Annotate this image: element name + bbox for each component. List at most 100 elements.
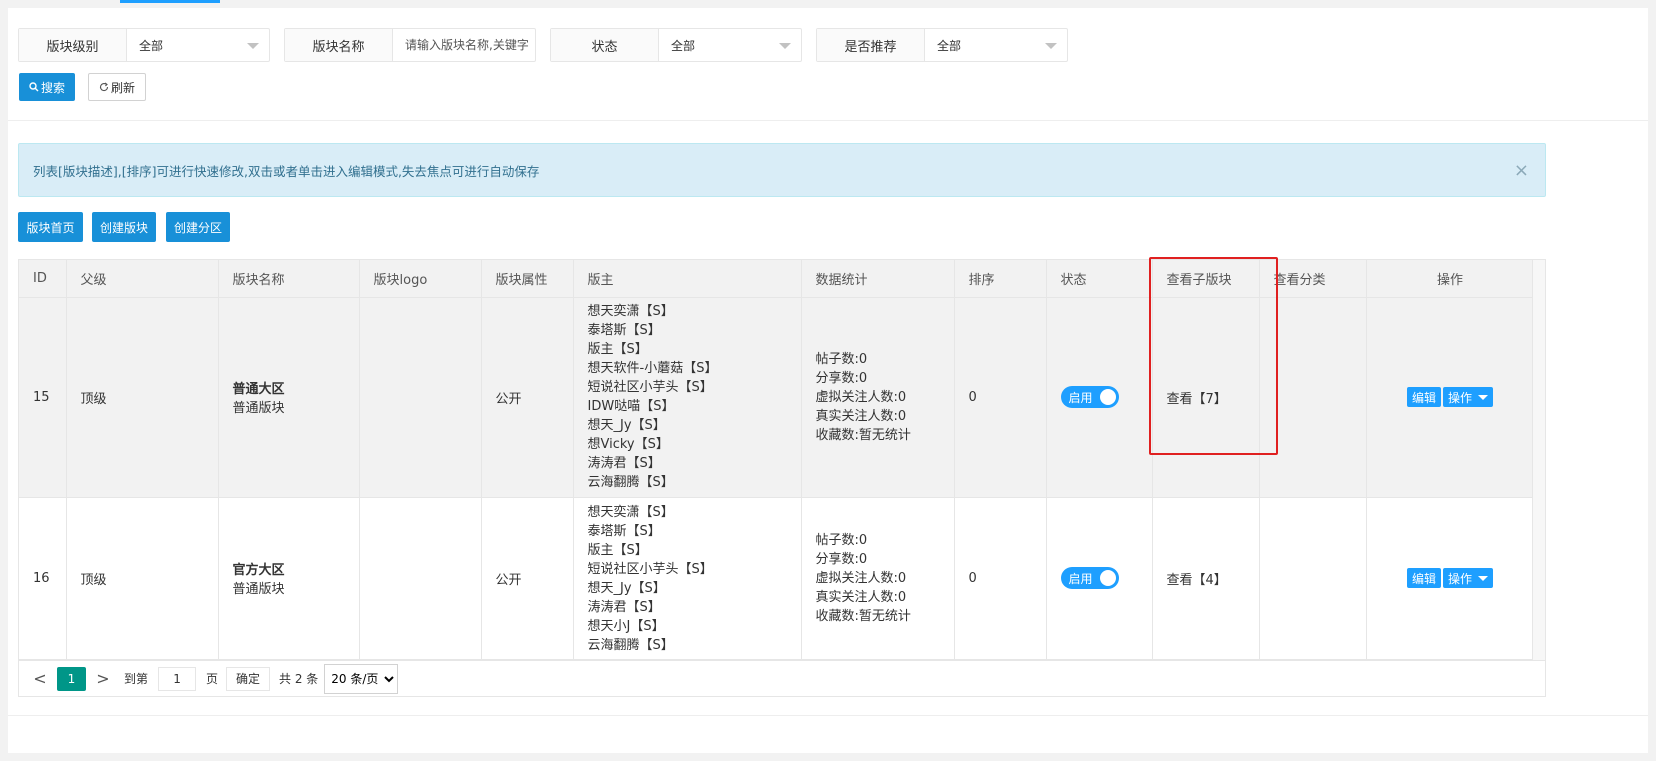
board-home-button[interactable]: 版块首页	[18, 212, 83, 242]
top-tab-bar	[0, 0, 1656, 8]
cell-name: 官方大区 普通版块	[218, 497, 360, 660]
filter-label: 版块级别	[19, 29, 127, 61]
create-zone-button[interactable]: 创建分区	[166, 212, 230, 242]
page-size-select[interactable]: 20 条/页	[324, 663, 399, 694]
status-toggle[interactable]: 启用	[1060, 567, 1119, 589]
cell-sort[interactable]: 0	[954, 497, 1047, 660]
cell-status: 启用	[1046, 297, 1153, 498]
refresh-button-label: 刷新	[110, 80, 135, 95]
close-icon[interactable]: ×	[1514, 160, 1529, 181]
owner-item: 版主【S】	[587, 342, 648, 357]
goto-label: 到第	[124, 672, 149, 686]
board-name: 普通大区	[232, 382, 285, 397]
col-header: ID	[19, 260, 67, 298]
filter-value[interactable]: 全部	[659, 29, 801, 61]
table-row: 16 顶级 官方大区 普通版块 公开 想天奕潇【S】 泰塔斯【S】 版主【S】 短…	[19, 497, 1535, 660]
edit-button[interactable]: 编辑	[1406, 568, 1441, 588]
cell-id: 15	[19, 297, 67, 498]
actions-dropdown[interactable]: 操作	[1443, 568, 1494, 588]
stat-item: 收藏数:暂无统计	[815, 608, 911, 624]
owner-item: 想天_Jy【S】	[587, 418, 666, 433]
status-toggle[interactable]: 启用	[1060, 386, 1119, 408]
toggle-knob	[1099, 570, 1116, 586]
cell-name: 普通大区 普通版块	[218, 297, 360, 498]
filter-value[interactable]: 全部	[127, 29, 269, 61]
table-scrollbar[interactable]	[1532, 260, 1545, 696]
page-unit-label: 页	[206, 672, 219, 686]
chevron-down-icon	[247, 43, 259, 49]
cell-categories	[1259, 497, 1367, 660]
filter-board-level[interactable]: 版块级别 全部	[18, 28, 270, 62]
filter-board-name[interactable]: 版块名称	[284, 28, 536, 62]
filter-value[interactable]: 全部	[925, 29, 1067, 61]
info-alert: 列表[版块描述],[排序]可进行快速修改,双击或者单击进入编辑模式,失去焦点可进…	[18, 143, 1546, 197]
cell-owners: 想天奕潇【S】 泰塔斯【S】 版主【S】 想天软件-小蘑菇【S】 短说社区小芋头…	[573, 297, 802, 498]
filter-recommended[interactable]: 是否推荐 全部	[816, 28, 1068, 62]
cell-status: 启用	[1046, 497, 1153, 660]
owner-item: 泰塔斯【S】	[587, 523, 661, 539]
cell-logo	[359, 497, 482, 660]
owner-item: 版主【S】	[587, 542, 648, 558]
owner-item: 短说社区小芋头【S】	[587, 380, 713, 395]
owner-item: 短说社区小芋头【S】	[587, 561, 713, 577]
owner-item: 泰塔斯【S】	[587, 323, 661, 338]
board-name-input[interactable]	[393, 29, 535, 61]
cell-logo	[359, 297, 482, 498]
col-header: 操作	[1366, 260, 1535, 298]
stat-item: 帖子数:0	[815, 351, 868, 367]
col-header: 父级	[66, 260, 219, 298]
toggle-knob	[1099, 389, 1116, 405]
cell-parent: 顶级	[66, 297, 219, 498]
stat-item: 虚拟关注人数:0	[815, 570, 907, 586]
board-table: ID 父级 版块名称 版块logo 版块属性 版主 数据统计 排序 状态 查看子…	[18, 259, 1546, 697]
search-button-label: 搜索	[40, 80, 65, 95]
prev-page-button[interactable]: <	[31, 669, 49, 688]
filter-status[interactable]: 状态 全部	[550, 28, 802, 62]
owner-item: IDW哒喵【S】	[587, 399, 675, 414]
cell-sort[interactable]: 0	[954, 297, 1047, 498]
cell-parent: 顶级	[66, 497, 219, 660]
owner-item: 涛涛君【S】	[587, 599, 661, 615]
owner-item: 想天小J【S】	[587, 618, 665, 634]
section-divider	[8, 120, 1648, 121]
filter-label: 版块名称	[285, 29, 393, 61]
actions-dropdown[interactable]: 操作	[1443, 387, 1494, 407]
pagination: < 1 > 到第 1 页 确定 共 2 条 20 条/页	[18, 660, 1546, 697]
bottom-divider	[8, 715, 1648, 716]
col-header: 版块属性	[481, 260, 574, 298]
board-type: 普通版块	[232, 582, 285, 597]
refresh-icon	[99, 82, 109, 92]
cell-attr: 公开	[481, 297, 574, 498]
actions-label: 操作	[1448, 390, 1473, 405]
cell-owners: 想天奕潇【S】 泰塔斯【S】 版主【S】 短说社区小芋头【S】 想天_Jy【S】…	[573, 497, 802, 660]
board-type: 普通版块	[232, 401, 285, 416]
create-board-button[interactable]: 创建版块	[92, 212, 156, 242]
owner-item: 想Vicky【S】	[587, 437, 669, 452]
active-tab-indicator	[120, 0, 220, 3]
filter-label: 状态	[551, 29, 659, 61]
page-input[interactable]: 1	[158, 666, 197, 691]
col-header: 排序	[954, 260, 1047, 298]
search-button[interactable]: 搜索	[19, 73, 75, 101]
col-header: 版块名称	[218, 260, 360, 298]
table-header-row: ID 父级 版块名称 版块logo 版块属性 版主 数据统计 排序 状态 查看子…	[19, 260, 1535, 298]
toggle-label: 启用	[1068, 571, 1093, 586]
owner-item: 想天软件-小蘑菇【S】	[587, 361, 718, 376]
current-page[interactable]: 1	[57, 666, 86, 691]
edit-button[interactable]: 编辑	[1406, 387, 1441, 407]
filter-input-wrap[interactable]	[393, 29, 535, 61]
owner-item: 云海翻腾【S】	[587, 475, 674, 490]
board-name: 官方大区	[232, 563, 285, 578]
view-children-link[interactable]: 查看【4】	[1167, 573, 1227, 588]
stat-item: 真实关注人数:0	[815, 589, 907, 605]
alert-text: 列表[版块描述],[排序]可进行快速修改,双击或者单击进入编辑模式,失去焦点可进…	[33, 163, 540, 179]
owner-item: 想天奕潇【S】	[587, 504, 674, 520]
search-icon	[29, 82, 39, 92]
cell-stats: 帖子数:0 分享数:0 虚拟关注人数:0 真实关注人数:0 收藏数:暂无统计	[801, 497, 955, 660]
total-count: 共 2 条	[279, 672, 319, 686]
chevron-down-icon	[1045, 43, 1057, 49]
refresh-button[interactable]: 刷新	[88, 73, 146, 101]
confirm-page-button[interactable]: 确定	[226, 666, 271, 691]
next-page-button[interactable]: >	[94, 669, 112, 688]
stat-item: 真实关注人数:0	[815, 408, 907, 424]
